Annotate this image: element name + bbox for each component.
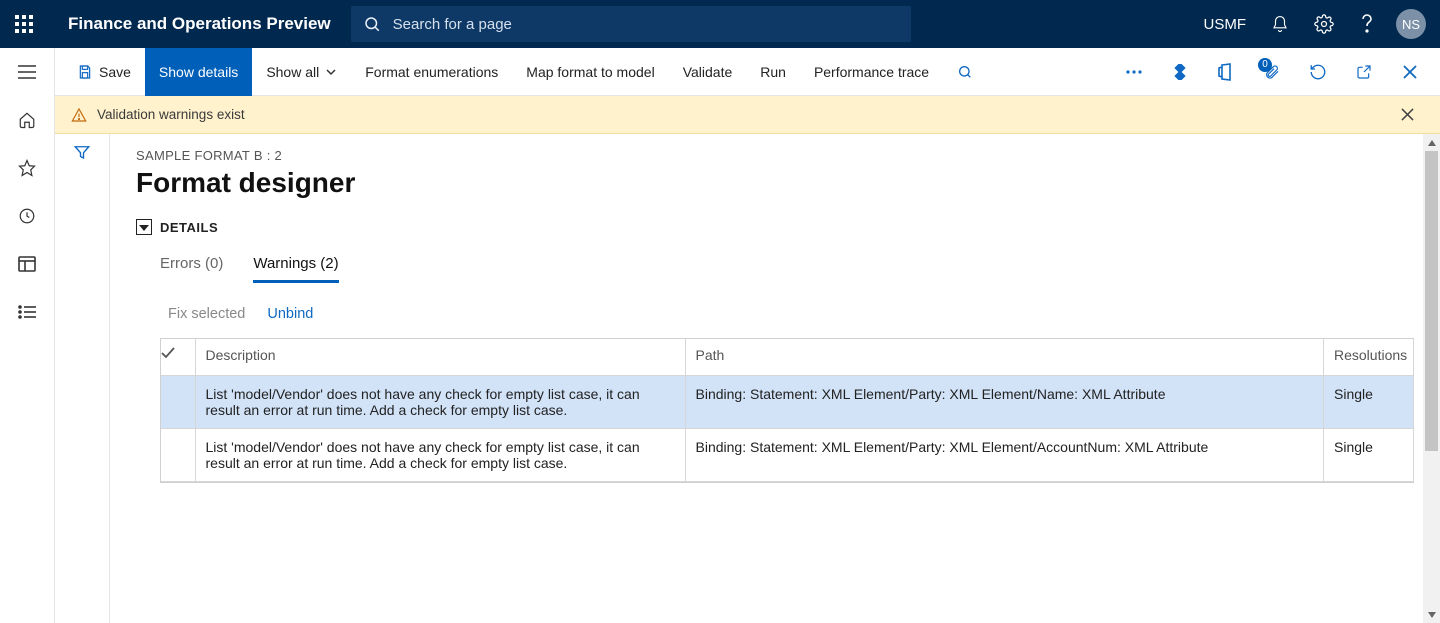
select-all-header[interactable] (161, 339, 195, 375)
bell-icon (1271, 14, 1289, 34)
row-selector[interactable] (161, 375, 195, 428)
cell-path: Binding: Statement: XML Element/Party: X… (685, 428, 1324, 481)
popout-icon (1356, 64, 1372, 80)
nav-home[interactable] (0, 96, 55, 144)
map-format-to-model-button[interactable]: Map format to model (512, 48, 668, 96)
cell-resolutions: Single (1324, 428, 1414, 481)
tab-warnings[interactable]: Warnings (2) (253, 255, 338, 283)
cell-description: List 'model/Vendor' does not have any ch… (195, 428, 685, 481)
toolbar-search-button[interactable] (943, 48, 987, 96)
waffle-icon (15, 15, 33, 33)
validate-button[interactable]: Validate (669, 48, 747, 96)
options-button[interactable] (1160, 48, 1200, 96)
fix-selected-button: Fix selected (168, 306, 245, 322)
show-details-label: Show details (159, 64, 238, 80)
run-button[interactable]: Run (746, 48, 800, 96)
diamond-icon (1172, 64, 1188, 80)
help-button[interactable] (1348, 0, 1388, 48)
home-icon (18, 111, 36, 129)
filter-icon (73, 144, 91, 160)
close-icon (1403, 65, 1417, 79)
scroll-down-button[interactable] (1423, 606, 1440, 623)
refresh-button[interactable] (1298, 48, 1338, 96)
performance-trace-button[interactable]: Performance trace (800, 48, 943, 96)
scroll-up-button[interactable] (1423, 134, 1440, 151)
column-header-path[interactable]: Path (685, 339, 1324, 375)
star-icon (18, 159, 36, 177)
banner-text: Validation warnings exist (97, 107, 245, 122)
refresh-icon (1309, 63, 1327, 81)
nav-workspaces[interactable] (0, 240, 55, 288)
workspaces-icon (18, 256, 36, 272)
details-label: DETAILS (160, 220, 218, 235)
more-actions-button[interactable] (1114, 48, 1154, 96)
cell-resolutions: Single (1324, 375, 1414, 428)
chevron-down-icon (325, 66, 337, 78)
check-icon (161, 347, 175, 359)
table-row[interactable]: List 'model/Vendor' does not have any ch… (161, 428, 1414, 481)
attachments-badge: 0 (1258, 58, 1272, 72)
action-bar: Save Show details Show all Format enumer… (55, 48, 1440, 96)
collapse-triangle-icon (136, 219, 152, 235)
table-row[interactable]: List 'model/Vendor' does not have any ch… (161, 375, 1414, 428)
search-icon (363, 15, 381, 33)
close-icon (1401, 108, 1414, 121)
show-all-button[interactable]: Show all (252, 48, 351, 96)
hamburger-icon (18, 65, 36, 79)
global-search[interactable]: Search for a page (351, 6, 911, 42)
warning-icon (71, 107, 87, 123)
save-icon (77, 64, 93, 80)
office-icon (1218, 63, 1234, 81)
settings-button[interactable] (1304, 0, 1344, 48)
vertical-scrollbar[interactable] (1423, 134, 1440, 623)
triangle-down-icon (1427, 611, 1437, 619)
unbind-button[interactable]: Unbind (267, 306, 313, 322)
save-button[interactable]: Save (63, 48, 145, 96)
cell-description: List 'model/Vendor' does not have any ch… (195, 375, 685, 428)
breadcrumb: SAMPLE FORMAT B : 2 (136, 148, 1414, 163)
attachments-button[interactable]: 0 (1252, 48, 1292, 96)
app-launcher[interactable] (0, 15, 48, 33)
details-tabs: Errors (0) Warnings (2) (136, 255, 1414, 284)
nav-collapse-button[interactable] (0, 48, 55, 96)
save-label: Save (99, 64, 131, 80)
ellipsis-icon (1125, 69, 1143, 75)
tab-errors[interactable]: Errors (0) (160, 255, 223, 283)
triangle-up-icon (1427, 139, 1437, 147)
page-title: Format designer (136, 167, 1414, 199)
top-bar: Finance and Operations Preview Search fo… (0, 0, 1440, 48)
help-icon (1362, 14, 1374, 34)
user-avatar[interactable]: NS (1396, 9, 1426, 39)
format-enumerations-button[interactable]: Format enumerations (351, 48, 512, 96)
row-selector[interactable] (161, 428, 195, 481)
validation-warning-banner: Validation warnings exist (55, 96, 1440, 134)
search-placeholder: Search for a page (393, 16, 512, 33)
close-button[interactable] (1390, 48, 1430, 96)
details-section-header[interactable]: DETAILS (136, 219, 1414, 235)
nav-recent[interactable] (0, 192, 55, 240)
column-header-resolutions[interactable]: Resolutions (1324, 339, 1414, 375)
app-title: Finance and Operations Preview (48, 14, 331, 34)
nav-favorites[interactable] (0, 144, 55, 192)
popout-button[interactable] (1344, 48, 1384, 96)
left-nav (0, 48, 55, 623)
show-details-button[interactable]: Show details (145, 48, 252, 96)
clock-icon (18, 207, 36, 225)
banner-close-button[interactable] (1401, 108, 1424, 121)
show-all-label: Show all (266, 64, 319, 80)
nav-modules[interactable] (0, 288, 55, 336)
warnings-grid: Description Path Resolutions List 'model… (161, 339, 1414, 482)
gear-icon (1314, 14, 1334, 34)
cell-path: Binding: Statement: XML Element/Party: X… (685, 375, 1324, 428)
scroll-thumb[interactable] (1425, 151, 1438, 451)
company-selector[interactable]: USMF (1194, 16, 1257, 33)
open-office-button[interactable] (1206, 48, 1246, 96)
column-header-description[interactable]: Description (195, 339, 685, 375)
notifications-button[interactable] (1260, 0, 1300, 48)
filter-pane-toggle[interactable] (55, 134, 110, 623)
search-icon (957, 64, 973, 80)
modules-icon (18, 305, 36, 319)
